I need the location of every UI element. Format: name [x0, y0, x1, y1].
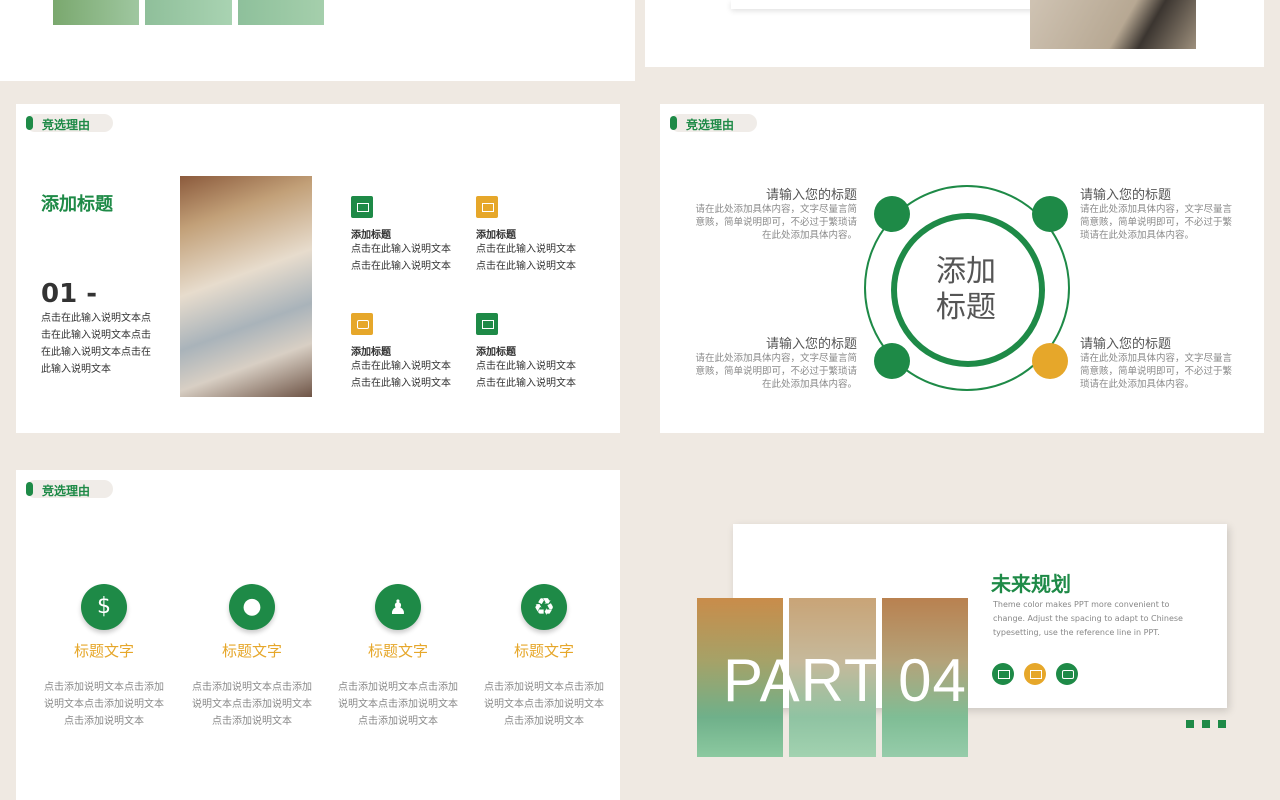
- item-title: 请输入您的标题: [765, 337, 857, 352]
- item-title: 请输入您的标题: [765, 188, 857, 203]
- top-right-slide: [645, 0, 1264, 67]
- slide-part-04: PART 04 未来规划 Theme color makes PPT more …: [645, 456, 1280, 800]
- section-tag: 竞选理由: [26, 114, 113, 132]
- feature-title: 添加标题: [351, 230, 391, 241]
- column-title: 标题文字: [221, 642, 282, 660]
- item-title: 请输入您的标题: [1080, 188, 1172, 203]
- slide-title: 添加标题: [41, 194, 113, 215]
- photo-bookshelf: [180, 176, 312, 397]
- feature-text: 点击在此输入说明文本点击在此输入说明文本: [476, 361, 576, 389]
- feature-title: 添加标题: [476, 230, 516, 241]
- feature-text: 点击在此输入说明文本点击在此输入说明文本: [476, 244, 576, 272]
- column-2: ● 标题文字 点击添加说明文本点击添加说明文本点击添加说明文本点击添加说明文本: [188, 584, 316, 730]
- mail-icon: [476, 196, 498, 218]
- column-text: 点击添加说明文本点击添加说明文本点击添加说明文本点击添加说明文本: [338, 682, 458, 727]
- photo-strip: [238, 0, 324, 25]
- money-cycle-icon: $: [81, 584, 127, 630]
- chat-icon[interactable]: [1056, 663, 1078, 685]
- photo-strip: [145, 0, 232, 25]
- slide-reasons-2: 竞选理由 添加标题 请输入您的标题 请在此处添加具体内容，文字尽量言简意赅，简单…: [660, 104, 1264, 433]
- briefcase-icon[interactable]: [1024, 663, 1046, 685]
- section-tag: 竞选理由: [26, 480, 113, 498]
- item-bottom-right: 请输入您的标题 请在此处添加具体内容，文字尽量言简意赅，简单说明即可，不必过于繁…: [1080, 333, 1235, 391]
- decor-square: [1218, 720, 1226, 728]
- user-idea-icon: ●: [229, 584, 275, 630]
- item-text: 请在此处添加具体内容，文字尽量言简意赅，简单说明即可，不必过于繁琐请在此处添加具…: [1080, 204, 1233, 241]
- number-label: 01 -: [41, 279, 98, 309]
- section-desc: Theme color makes PPT more convenient to…: [993, 600, 1183, 637]
- feature-text: 点击在此输入说明文本点击在此输入说明文本: [351, 361, 451, 389]
- picture-icon[interactable]: [992, 663, 1014, 685]
- feature-title: 添加标题: [476, 347, 516, 358]
- column-4: ♻ 标题文字 点击添加说明文本点击添加说明文本点击添加说明文本点击添加说明文本: [480, 584, 608, 730]
- slide-reasons-1: 竞选理由 添加标题 01 - 点击在此输入说明文本点击在此输入说明文本点击在此输…: [16, 104, 620, 433]
- feature-text: 点击在此输入说明文本点击在此输入说明文本: [351, 244, 451, 272]
- center-title: 添加标题: [936, 254, 996, 325]
- slide-reasons-3: 竞选理由 $ 标题文字 点击添加说明文本点击添加说明文本点击添加说明文本点击添加…: [16, 470, 620, 800]
- photo: [1030, 0, 1196, 49]
- picture-icon: [476, 313, 498, 335]
- node-bottom-left: [874, 343, 910, 379]
- column-text: 点击添加说明文本点击添加说明文本点击添加说明文本点击添加说明文本: [192, 682, 312, 727]
- runner-money-icon: ♟: [375, 584, 421, 630]
- top-left-slide: [0, 0, 635, 81]
- card: [731, 0, 1061, 9]
- feature-title: 添加标题: [351, 347, 391, 358]
- chat-icon: [351, 313, 373, 335]
- photo-strip: [53, 0, 139, 25]
- node-top-left: [874, 196, 910, 232]
- decor-square: [1186, 720, 1194, 728]
- decor-square: [1202, 720, 1210, 728]
- item-top-right: 请输入您的标题 请在此处添加具体内容，文字尽量言简意赅，简单说明即可，不必过于繁…: [1080, 184, 1235, 242]
- node-top-right: [1032, 196, 1068, 232]
- column-title: 标题文字: [513, 642, 574, 660]
- section-title: 未来规划: [991, 572, 1071, 596]
- column-title: 标题文字: [367, 642, 428, 660]
- item-title: 请输入您的标题: [1080, 337, 1172, 352]
- item-top-left: 请输入您的标题 请在此处添加具体内容，文字尽量言简意赅，简单说明即可，不必过于繁…: [695, 184, 857, 242]
- item-bottom-left: 请输入您的标题 请在此处添加具体内容，文字尽量言简意赅，简单说明即可，不必过于繁…: [695, 333, 857, 391]
- column-title: 标题文字: [73, 642, 134, 660]
- recycle-icon: ♻: [521, 584, 567, 630]
- column-3: ♟ 标题文字 点击添加说明文本点击添加说明文本点击添加说明文本点击添加说明文本: [334, 584, 462, 730]
- node-bottom-right: [1032, 343, 1068, 379]
- column-text: 点击添加说明文本点击添加说明文本点击添加说明文本点击添加说明文本: [484, 682, 604, 727]
- part-label: PART 04: [723, 647, 967, 714]
- column-text: 点击添加说明文本点击添加说明文本点击添加说明文本点击添加说明文本: [44, 682, 164, 727]
- item-text: 请在此处添加具体内容，文字尽量言简意赅，简单说明即可，不必过于繁琐请在此处添加具…: [695, 204, 857, 241]
- item-text: 请在此处添加具体内容，文字尽量言简意赅，简单说明即可，不必过于繁琐请在此处添加具…: [695, 353, 857, 390]
- section-tag: 竞选理由: [670, 114, 757, 132]
- description: 点击在此输入说明文本点击在此输入说明文本点击在此输入说明文本点击在此输入说明文本: [41, 313, 151, 375]
- briefcase-icon: [351, 196, 373, 218]
- column-1: $ 标题文字 点击添加说明文本点击添加说明文本点击添加说明文本点击添加说明文本: [40, 584, 168, 730]
- item-text: 请在此处添加具体内容，文字尽量言简意赅，简单说明即可，不必过于繁琐请在此处添加具…: [1080, 353, 1233, 390]
